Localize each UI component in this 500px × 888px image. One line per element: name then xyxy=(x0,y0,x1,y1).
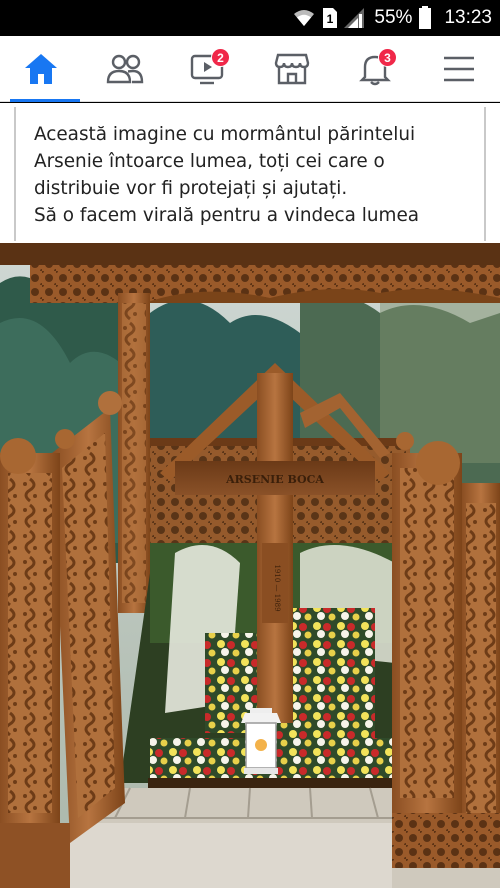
sim-icon: 1 xyxy=(323,8,338,28)
wifi-icon xyxy=(294,10,315,26)
tab-home[interactable] xyxy=(6,36,80,102)
svg-text:1: 1 xyxy=(327,12,334,26)
friends-icon xyxy=(106,54,144,84)
notifications-badge: 3 xyxy=(378,48,397,67)
tab-marketplace[interactable] xyxy=(257,36,327,102)
post-caption-box: Această imagine cu mormântul părintelui … xyxy=(14,107,486,241)
caption-line: Să o facem virală pentru a vindeca lumea xyxy=(34,205,420,226)
status-icons: 1 55% 13:23 xyxy=(292,0,492,36)
battery-icon xyxy=(419,6,432,29)
tab-notifications[interactable]: 3 xyxy=(340,36,410,102)
signal-icon xyxy=(344,8,365,28)
menu-icon xyxy=(444,56,474,82)
status-bar: 1 55% 13:23 xyxy=(0,0,500,36)
grave-photo-illustration: ARSENIE BOCA 1910 — 1989 xyxy=(0,243,500,888)
tab-menu[interactable] xyxy=(424,36,494,102)
clock: 13:23 xyxy=(444,7,492,28)
cross-years: 1910 — 1989 xyxy=(273,564,281,611)
post-caption: Această imagine cu mormântul părintelui … xyxy=(34,121,474,229)
right-carved-gate xyxy=(392,432,500,888)
tab-friends[interactable] xyxy=(90,36,160,102)
cross-inscription: ARSENIE BOCA xyxy=(225,473,324,486)
home-icon xyxy=(25,54,57,84)
caption-line: distribuie vor fi protejați și ajutați. xyxy=(34,178,348,199)
watch-badge: 2 xyxy=(211,48,230,67)
battery-percent: 55% xyxy=(374,7,413,28)
grave-lantern xyxy=(241,708,281,774)
facebook-nav-bar: 2 3 xyxy=(0,36,500,102)
marketplace-icon xyxy=(274,53,310,85)
post-photo[interactable]: ARSENIE BOCA 1910 — 1989 xyxy=(0,243,500,888)
caption-line: Arsenie întoarce lumea, toți cei care o xyxy=(34,151,385,172)
caption-line: Această imagine cu mormântul părintelui xyxy=(34,124,416,145)
tab-watch[interactable]: 2 xyxy=(173,36,243,102)
post-text-area: Această imagine cu mormântul părintelui … xyxy=(0,103,500,243)
